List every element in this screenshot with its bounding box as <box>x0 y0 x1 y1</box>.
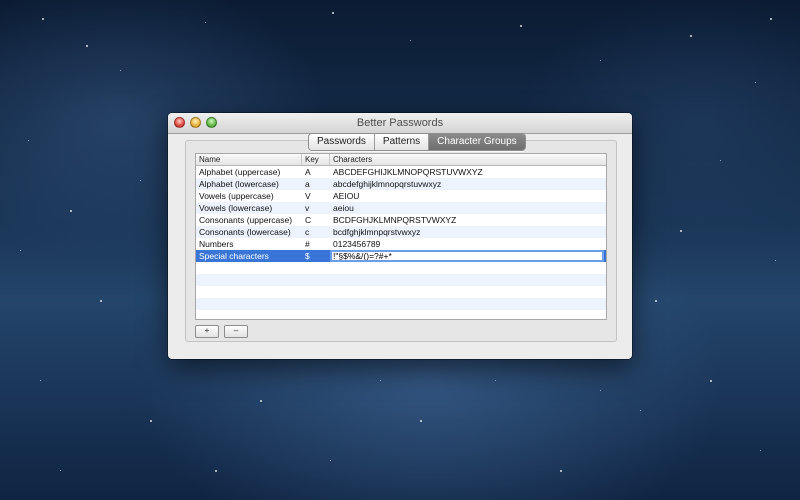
table-row-selected[interactable]: Special characters $ !"§$%&/()=?#+* <box>196 250 606 262</box>
table-row[interactable]: Numbers # 0123456789 <box>196 238 606 250</box>
character-groups-table: Name Key Characters Alphabet (uppercase)… <box>195 153 607 320</box>
table-row[interactable]: Consonants (uppercase) C BCDFGHJKLMNPQRS… <box>196 214 606 226</box>
better-passwords-window: Better Passwords Name Key Characters Alp… <box>168 113 632 359</box>
cell-characters: abcdefghijklmnopqrstuvwxyz <box>333 179 442 189</box>
column-header-name[interactable]: Name <box>196 154 302 165</box>
column-header-key[interactable]: Key <box>302 154 330 165</box>
tab-bar: Passwords Patterns Character Groups <box>308 133 526 151</box>
empty-row <box>196 286 606 298</box>
cell-name: Special characters <box>199 251 269 261</box>
cell-key: V <box>305 191 311 201</box>
title-bar[interactable]: Better Passwords <box>168 113 632 134</box>
cell-characters: BCDFGHJKLMNPQRSTVWXYZ <box>333 215 457 225</box>
cell-key: a <box>305 179 310 189</box>
cell-key: c <box>305 227 310 237</box>
add-group-button[interactable]: + <box>195 325 219 338</box>
table-row[interactable]: Alphabet (uppercase) A ABCDEFGHIJKLMNOPQ… <box>196 166 606 178</box>
cell-key: v <box>305 203 310 213</box>
table-row[interactable]: Consonants (lowercase) c bcdfghjklmnpqrs… <box>196 226 606 238</box>
tab-passwords[interactable]: Passwords <box>309 134 375 150</box>
table-row[interactable]: Vowels (uppercase) V AEIOU <box>196 190 606 202</box>
cell-characters: aeiou <box>333 203 354 213</box>
cell-characters: ABCDEFGHIJKLMNOPQRSTUVWXYZ <box>333 167 483 177</box>
tab-patterns[interactable]: Patterns <box>374 134 430 150</box>
table-buttons: + – <box>195 325 248 338</box>
cell-name: Consonants (lowercase) <box>199 227 291 237</box>
empty-row <box>196 274 606 286</box>
remove-group-button[interactable]: – <box>224 325 248 338</box>
empty-row <box>196 310 606 319</box>
cell-characters: bcdfghjklmnpqrstvwxyz <box>333 227 421 237</box>
cell-name: Vowels (lowercase) <box>199 203 273 213</box>
empty-row <box>196 262 606 274</box>
cell-name: Numbers <box>199 239 234 249</box>
table-row[interactable]: Vowels (lowercase) v aeiou <box>196 202 606 214</box>
empty-row <box>196 298 606 310</box>
zoom-button[interactable] <box>206 117 217 128</box>
cell-name: Consonants (uppercase) <box>199 215 293 225</box>
cell-key: # <box>305 239 310 249</box>
cell-characters: 0123456789 <box>333 239 381 249</box>
column-header-characters[interactable]: Characters <box>330 154 606 165</box>
table-row[interactable]: Alphabet (lowercase) a abcdefghijklmnopq… <box>196 178 606 190</box>
cell-characters: AEIOU <box>333 191 360 201</box>
window-controls <box>174 117 217 128</box>
cell-key: $ <box>305 251 310 261</box>
characters-edit-field[interactable]: !"§$%&/()=?#+* <box>330 250 604 262</box>
tab-character-groups[interactable]: Character Groups <box>429 134 525 150</box>
close-button[interactable] <box>174 117 185 128</box>
table-body: Alphabet (uppercase) A ABCDEFGHIJKLMNOPQ… <box>196 166 606 319</box>
window-title: Better Passwords <box>356 117 444 129</box>
cell-key: A <box>305 167 311 177</box>
table-header: Name Key Characters <box>196 154 606 166</box>
tab-content-panel: Name Key Characters Alphabet (uppercase)… <box>185 140 617 342</box>
cell-key: C <box>305 215 312 225</box>
cell-name: Alphabet (lowercase) <box>199 179 279 189</box>
minimize-button[interactable] <box>190 117 201 128</box>
cell-name: Alphabet (uppercase) <box>199 167 281 177</box>
cell-name: Vowels (uppercase) <box>199 191 274 201</box>
